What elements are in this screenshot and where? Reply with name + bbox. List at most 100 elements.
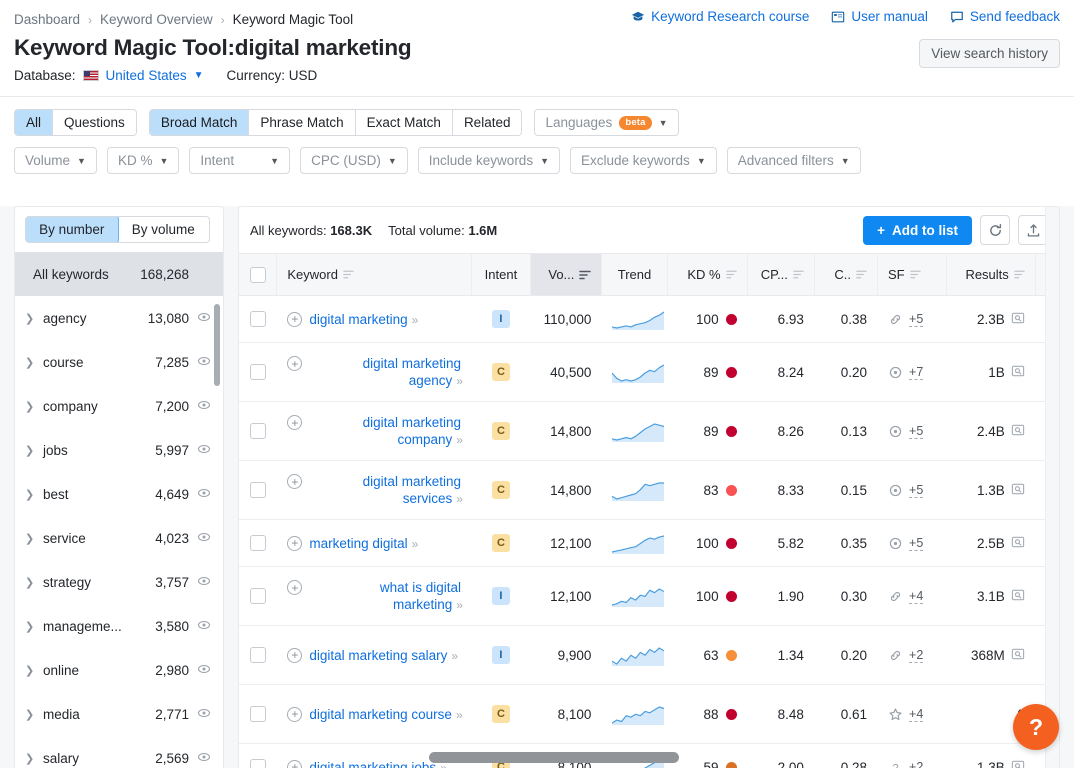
expand-keyword-icon[interactable]: »: [440, 761, 447, 768]
eye-icon[interactable]: [197, 398, 211, 415]
row-checkbox[interactable]: [249, 311, 266, 328]
row-checkbox[interactable]: [249, 759, 266, 768]
column-sf[interactable]: SF: [877, 253, 948, 296]
tab-phrase-match[interactable]: Phrase Match: [249, 110, 356, 135]
table-row[interactable]: + digital marketing salary » I 9,900 63 1.34 0.…: [239, 625, 1059, 685]
chevron-right-icon[interactable]: ❯: [25, 620, 43, 633]
intent-badge[interactable]: C: [491, 534, 510, 552]
send-feedback-link[interactable]: Send feedback: [950, 9, 1060, 24]
sidebar-item-agency[interactable]: ❯ agency 13,080: [15, 296, 223, 340]
intent-filter[interactable]: Intent ▼: [189, 147, 291, 174]
keyword-link[interactable]: digital marketing company: [363, 415, 461, 447]
sidebar-item-strategy[interactable]: ❯ strategy 3,757: [15, 560, 223, 604]
column-kd[interactable]: KD %: [667, 253, 748, 296]
sidebar-item-online[interactable]: ❯ online 2,980: [15, 648, 223, 692]
eye-icon[interactable]: [197, 750, 211, 767]
table-row[interactable]: + digital marketing jobs » C 8,100 59 2.00 0.28…: [239, 743, 1059, 768]
sidebar-item-best[interactable]: ❯ best 4,649: [15, 472, 223, 516]
view-search-history-button[interactable]: View search history: [919, 39, 1060, 68]
keyword-link[interactable]: marketing digital: [309, 536, 407, 551]
chevron-right-icon[interactable]: ❯: [25, 664, 43, 677]
keyword-link[interactable]: digital marketing agency: [363, 356, 461, 388]
sf-more-count[interactable]: +2: [909, 648, 924, 663]
tab-exact-match[interactable]: Exact Match: [355, 110, 453, 135]
row-checkbox[interactable]: [249, 706, 266, 723]
cpc-filter[interactable]: CPC (USD) ▼: [300, 147, 408, 174]
row-checkbox[interactable]: [249, 482, 266, 499]
intent-badge[interactable]: I: [491, 646, 510, 664]
help-button[interactable]: ?: [1013, 704, 1059, 750]
eye-icon[interactable]: [197, 706, 211, 723]
intent-badge[interactable]: C: [491, 363, 510, 381]
column-keyword[interactable]: Keyword: [276, 253, 472, 296]
sf-more-count[interactable]: +4: [909, 707, 924, 722]
column-cpc[interactable]: CP...: [747, 253, 815, 296]
tab-broad-match[interactable]: Broad Match: [149, 110, 250, 135]
sf-more-count[interactable]: +5: [909, 424, 924, 439]
view-serp-icon[interactable]: [1011, 311, 1025, 328]
eye-icon[interactable]: [197, 662, 211, 679]
expand-keyword-icon[interactable]: »: [451, 649, 458, 663]
tab-related[interactable]: Related: [452, 110, 522, 135]
intent-badge[interactable]: C: [491, 422, 510, 440]
add-keyword-icon[interactable]: +: [287, 356, 303, 371]
user-manual-link[interactable]: User manual: [831, 9, 928, 24]
add-keyword-icon[interactable]: +: [287, 474, 303, 489]
keyword-link[interactable]: digital marketing course: [309, 707, 452, 722]
sidebar-item-company[interactable]: ❯ company 7,200: [15, 384, 223, 428]
column-results[interactable]: Results: [946, 253, 1036, 296]
add-keyword-icon[interactable]: +: [287, 580, 303, 595]
view-serp-icon[interactable]: [1011, 647, 1025, 664]
sidebar-item-all-keywords[interactable]: All keywords 168,268: [15, 252, 223, 296]
include-keywords-filter[interactable]: Include keywords ▼: [417, 147, 560, 174]
advanced-filters[interactable]: Advanced filters ▼: [726, 147, 861, 174]
breadcrumb-item-dashboard[interactable]: Dashboard: [14, 12, 80, 27]
chevron-right-icon[interactable]: ❯: [25, 400, 43, 413]
view-serp-icon[interactable]: [1011, 423, 1025, 440]
sidebar-scrollbar-thumb[interactable]: [214, 304, 220, 386]
expand-keyword-icon[interactable]: »: [412, 313, 419, 327]
view-serp-icon[interactable]: [1011, 759, 1025, 768]
eye-icon[interactable]: [197, 310, 211, 327]
intent-badge[interactable]: C: [491, 758, 510, 768]
chevron-right-icon[interactable]: ❯: [25, 488, 43, 501]
expand-keyword-icon[interactable]: »: [456, 433, 463, 447]
chevron-right-icon[interactable]: ❯: [25, 532, 43, 545]
table-row[interactable]: + marketing digital » C 12,100 100 5.82 0.35 +5 2…: [239, 519, 1059, 567]
select-all-checkbox[interactable]: [249, 266, 266, 283]
expand-keyword-icon[interactable]: »: [456, 374, 463, 388]
sidebar-item-media[interactable]: ❯ media 2,771: [15, 692, 223, 736]
exclude-keywords-filter[interactable]: Exclude keywords ▼: [570, 147, 717, 174]
sf-more-count[interactable]: +5: [909, 536, 924, 551]
table-row[interactable]: + digital marketing company» C 14,800 89 8.26…: [239, 401, 1059, 461]
intent-badge[interactable]: C: [491, 481, 510, 499]
row-checkbox[interactable]: [249, 535, 266, 552]
export-button[interactable]: [1018, 215, 1048, 245]
eye-icon[interactable]: [197, 354, 211, 371]
table-row[interactable]: + digital marketing services» C 14,800 83 8.3…: [239, 460, 1059, 520]
row-checkbox[interactable]: [249, 588, 266, 605]
languages-dropdown[interactable]: Languages beta ▼: [534, 109, 679, 136]
sidebar-toggle-by-volume[interactable]: By volume: [118, 217, 210, 242]
intent-badge[interactable]: I: [491, 587, 510, 605]
intent-badge[interactable]: I: [491, 310, 510, 328]
view-serp-icon[interactable]: [1011, 482, 1025, 499]
sf-more-count[interactable]: +4: [909, 589, 924, 604]
view-serp-icon[interactable]: [1011, 364, 1025, 381]
sidebar-item-salary[interactable]: ❯ salary 2,569: [15, 736, 223, 768]
sf-more-count[interactable]: +5: [909, 483, 924, 498]
keyword-link[interactable]: digital marketing salary: [309, 648, 447, 663]
chevron-right-icon[interactable]: ❯: [25, 312, 43, 325]
expand-keyword-icon[interactable]: »: [456, 492, 463, 506]
view-serp-icon[interactable]: [1011, 588, 1025, 605]
vertical-scrollbar[interactable]: [1045, 207, 1059, 768]
row-checkbox[interactable]: [249, 364, 266, 381]
table-row[interactable]: + digital marketing » I 110,000 100 6.93 0.38 +5…: [239, 295, 1059, 343]
eye-icon[interactable]: [197, 442, 211, 459]
add-keyword-icon[interactable]: +: [287, 311, 303, 327]
column-competition[interactable]: C..: [814, 253, 879, 296]
keyword-research-course-link[interactable]: Keyword Research course: [631, 9, 809, 24]
view-serp-icon[interactable]: [1011, 535, 1025, 552]
sf-more-count[interactable]: +2: [909, 760, 923, 768]
row-checkbox[interactable]: [249, 423, 266, 440]
